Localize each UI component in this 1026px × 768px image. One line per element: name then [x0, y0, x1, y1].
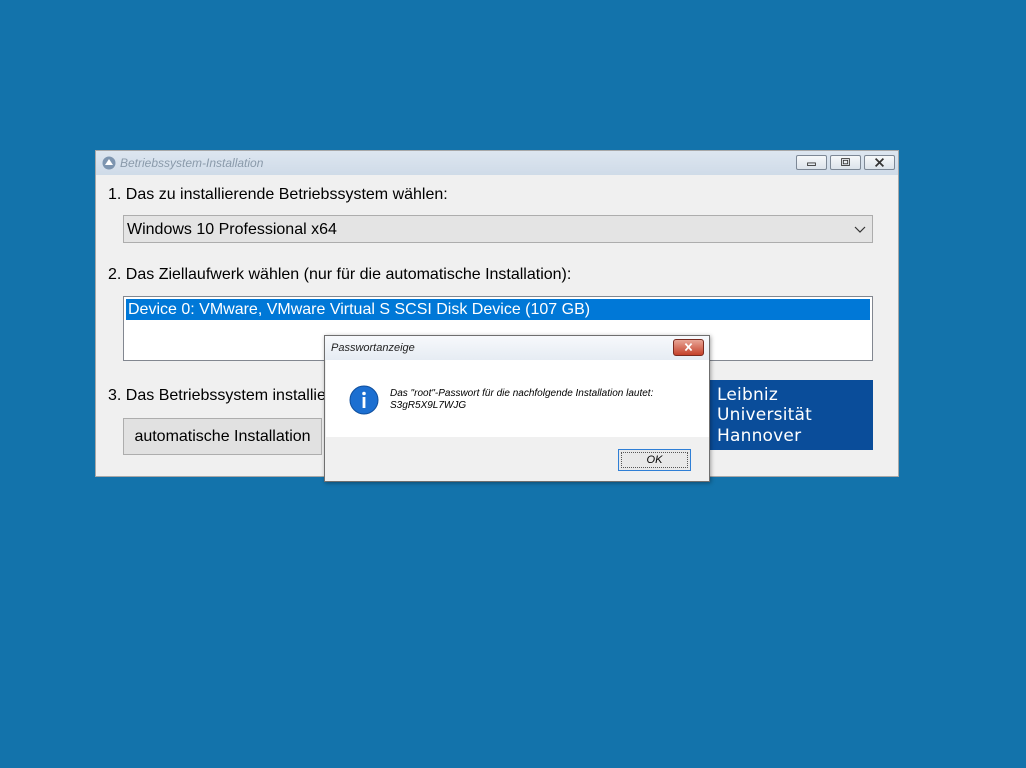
info-icon: [349, 385, 379, 415]
minimize-icon: [807, 162, 816, 166]
dialog-message: Das "root"-Passwort für die nachfolgende…: [390, 388, 653, 412]
logo-line-3: Hannover: [717, 426, 802, 446]
close-icon: [684, 342, 693, 352]
window-titlebar[interactable]: Betriebssystem-Installation: [96, 151, 898, 175]
dialog-close-button[interactable]: [673, 339, 704, 356]
os-select-value: Windows 10 Professional x64: [127, 221, 337, 238]
minimize-button[interactable]: [796, 155, 827, 170]
maximize-icon: [841, 158, 850, 166]
window-title: Betriebssystem-Installation: [120, 156, 264, 170]
auto-install-button[interactable]: automatische Installation: [123, 418, 322, 455]
app-icon: [102, 156, 116, 170]
dialog-title: Passwortanzeige: [331, 342, 415, 354]
step3-label: 3. Das Betriebssystem installieren:: [108, 387, 354, 404]
step1-label: 1. Das zu installierende Betriebssystem …: [108, 186, 448, 203]
maximize-button[interactable]: [830, 155, 861, 170]
university-logo: Leibniz Universität Hannover: [702, 380, 873, 450]
step2-label: 2. Das Ziellaufwerk wählen (nur für die …: [108, 266, 572, 283]
password-dialog: Passwortanzeige Das "root"-Passwort für …: [324, 335, 710, 482]
root-password-text: S3gR5X9L7WJG: [390, 400, 467, 411]
dialog-titlebar[interactable]: Passwortanzeige: [325, 336, 709, 360]
dialog-message-line-1: Das "root"-Passwort für die nachfolgende…: [390, 388, 654, 399]
close-icon: [874, 157, 885, 168]
desktop-background: Betriebssystem-Installation 1. Das zu in…: [0, 0, 1026, 768]
dialog-body: Das "root"-Passwort für die nachfolgende…: [326, 360, 709, 437]
chevron-down-icon: [854, 226, 866, 233]
logo-line-1: Leibniz: [717, 385, 778, 405]
drive-list-item[interactable]: Device 0: VMware, VMware Virtual S SCSI …: [126, 299, 870, 320]
logo-line-2: Universität: [717, 405, 812, 425]
ok-button[interactable]: OK: [618, 449, 691, 471]
close-button[interactable]: [864, 155, 895, 170]
os-select-dropdown[interactable]: Windows 10 Professional x64: [123, 215, 873, 243]
